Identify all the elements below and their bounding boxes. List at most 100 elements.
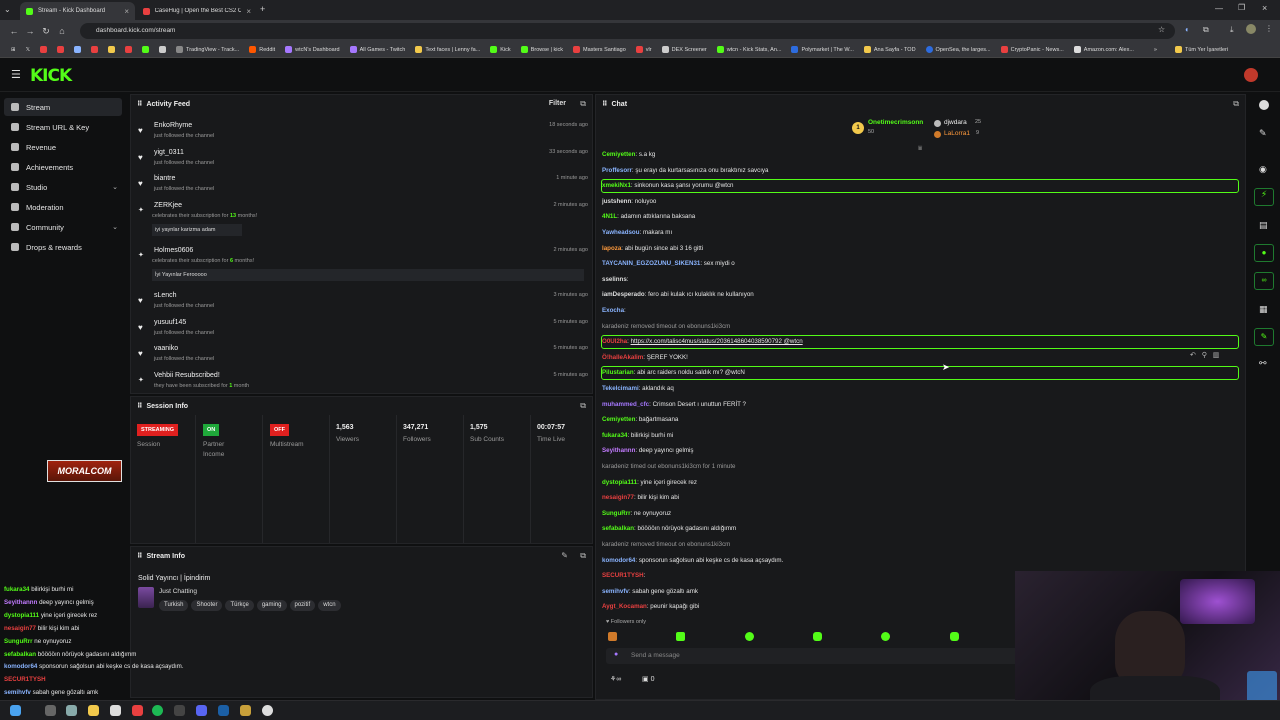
drag-handle-icon[interactable]: ⠿ [137,100,142,108]
activity-username[interactable]: sLench [154,292,177,299]
chat-message[interactable]: Ö!halleAkalim: ŞEREF YOKK! [602,352,1234,364]
url-input[interactable]: dashboard.kick.com/stream [80,23,1175,39]
multistream-badge[interactable]: OFF [270,424,289,436]
bookmark-star-icon[interactable]: ☆ [1158,25,1165,34]
chat-message[interactable]: Cemiyetten: s.a kg [602,149,1234,161]
new-tab-icon[interactable]: + [260,4,265,14]
sidebar-item-stream-url-key[interactable]: Stream URL & Key [4,118,122,136]
bookmark-reddit[interactable]: Reddit [244,46,280,53]
menu-dots-icon[interactable]: ⋮ [1265,24,1273,33]
chat-username[interactable]: Proffesorr [602,167,632,174]
chat-message[interactable]: dystopia111: yine içeri girecek rez [602,477,1234,489]
chat-message[interactable]: lapoza: abi bugün since abi 3 16 gitti [602,243,1234,255]
chat-username[interactable]: semihvfv [602,588,629,595]
download-icon[interactable]: ⤓ [1230,25,1234,35]
emote-icon[interactable] [745,632,754,641]
chat-username[interactable]: TAYCANIN_EGZOZUNU_SIKEN31 [602,260,700,267]
moderation-log-item[interactable]: karadeniz removed timeout on ebonuns1ki3… [602,539,1234,551]
chat-message[interactable]: fukara34: bilirkişi burhi mi [602,430,1234,442]
explorer-icon[interactable] [88,705,99,716]
chat-message[interactable]: sselinns: [602,274,1234,286]
chat-username[interactable]: karadeniz [602,323,629,330]
chat-message[interactable]: O0UI2ha: https://x.com/talisc4mus/status… [602,336,1234,348]
chat-message[interactable]: Seyithannn: deep yayıncı gelmiş [602,445,1234,457]
chat-text[interactable]: https://x.com/talisc4mus/status/20361486… [631,338,803,345]
top-gifter-name[interactable]: djwdara [944,119,967,126]
bookmark-twitch[interactable]: All Games - Twitch [345,46,411,53]
emote-icon[interactable] [676,632,685,641]
forward-icon[interactable]: → [22,26,38,36]
share-icon[interactable]: ⚯ [1259,358,1267,369]
back-icon[interactable]: ← [6,26,22,36]
bookmark-favicon-icon[interactable] [57,46,65,53]
chat-username[interactable]: fukara34 [602,432,627,439]
chat-message[interactable]: xmekiNx1: sinkonun kasa şansı yorumu @wt… [602,180,1234,192]
chat-username[interactable]: Pilustarian [602,369,634,376]
search-icon[interactable] [45,705,56,716]
top-gifter-name[interactable]: LaLorra1 [944,130,970,137]
tag[interactable]: pozitif [289,600,316,611]
reload-icon[interactable]: ↻ [38,26,54,37]
chat-username[interactable]: Cemiyetten [602,416,635,423]
sidebar-item-studio[interactable]: Studio ⌄ [4,178,122,196]
popout-icon[interactable]: ⧉ [1233,99,1239,109]
chat-username[interactable]: nesaigin77 [602,494,634,501]
tab-kick-dashboard[interactable]: Stream - Kick Dashboard × [20,2,135,20]
chat-username[interactable]: muhammed_cfc [602,401,649,408]
activity-username[interactable]: yusuuf145 [154,319,186,326]
chat-message[interactable]: sefabalkan: bööööın nörüyok gadasını ald… [602,523,1234,535]
bookmark-kick[interactable]: Kick [485,46,515,53]
channel-points-icon[interactable]: ⚘∞ [610,675,621,683]
delete-icon[interactable]: ▥ [1213,352,1220,359]
bookmark-favicon-icon[interactable] [91,46,99,53]
bookmark-dashboard[interactable]: wtcN's Dashboard [280,46,344,53]
steam-icon[interactable] [218,705,229,716]
bookmark-kickstats[interactable]: wtcn - Kick Stats, An... [712,46,787,53]
bookmark-favicon-icon[interactable] [74,46,82,53]
chat-username[interactable]: Cemiyetten [602,151,635,158]
chat-message[interactable]: SunguRrr: ne oynuyoruz [602,508,1234,520]
hamburger-menu-icon[interactable]: ☰ [11,68,21,81]
kick-logo[interactable]: KICK [30,66,72,86]
tab-list-icon[interactable]: ⌄ [4,5,11,14]
close-window-icon[interactable]: × [1262,3,1267,13]
chat-username[interactable]: Aygt_Kocaman [602,603,647,610]
bookmark-vlr[interactable]: vlr [631,46,657,53]
chat-message[interactable]: nesaigin77: bilir kişi kim abi [602,492,1234,504]
close-tab-icon[interactable]: × [124,7,129,16]
youtube-icon[interactable] [40,46,48,53]
edit-icon[interactable]: ✎ [561,551,568,560]
sidebar-item-revenue[interactable]: Revenue [4,138,122,156]
chat-message[interactable]: Yawheadsou: makara mı [602,227,1234,239]
moderation-log-item[interactable]: karadeniz timed out ebonuns1ki3cm for 1 … [602,461,1234,473]
user-avatar[interactable] [1244,68,1258,82]
store-icon[interactable]: ▦ [1259,304,1268,315]
chat-username[interactable]: Exocha [602,307,624,314]
chat-username[interactable]: karadeniz [602,463,629,470]
bookmark-browse-kick[interactable]: Browse | kick [516,46,568,53]
chat-username[interactable]: xmekiNx1 [602,182,631,189]
x-icon[interactable]: 𝕏 [21,47,35,53]
chat-username[interactable]: Seyithannn [602,447,635,454]
chat-username[interactable]: karadeniz [602,541,629,548]
home-icon[interactable]: ⌂ [54,26,70,36]
app-icon[interactable] [110,705,121,716]
activity-username[interactable]: biantre [154,175,175,182]
chat-username[interactable]: Yawheadsou [602,229,639,236]
bookmark-cryptopanic[interactable]: CryptoPanic - News... [996,46,1069,53]
wrench-icon[interactable]: ✎ [1254,328,1274,346]
chat-username[interactable]: Ö!halleAkalim [602,354,643,361]
chat-message[interactable]: 4N1L: adamın attıklarına baksana [602,211,1234,223]
chat-message[interactable]: Tekelcimami: aklandık aq [602,383,1234,395]
pencil-icon[interactable]: ✎ [1259,128,1267,139]
bookmark-masters[interactable]: Masters Santiago [568,46,631,53]
maximize-icon[interactable]: ❐ [1238,3,1245,12]
bookmark-dexscreener[interactable]: DEX Screener [657,46,712,53]
tag[interactable]: gaming [256,600,287,611]
drag-handle-icon[interactable]: ⠿ [137,402,142,410]
emote-icon[interactable] [881,632,890,641]
moderation-log-item[interactable]: karadeniz removed timeout on ebonuns1ki3… [602,321,1234,333]
reply-icon[interactable]: ↶ [1190,352,1196,359]
app-icon[interactable] [132,705,143,716]
sidebar-item-stream[interactable]: Stream [4,98,122,116]
